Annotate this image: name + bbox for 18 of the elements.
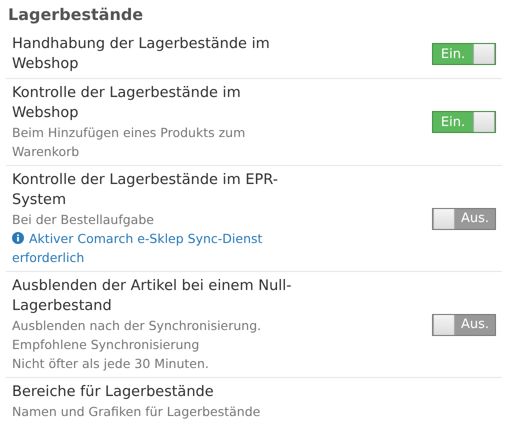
setting-description: Nicht öfter als jede 30 Minuten. — [12, 355, 210, 373]
setting-description: Beim Hinzufügen eines Produkts zum Warenkorb — [12, 124, 246, 161]
setting-title: Ausblenden der Artikel bei einem Null-Lagerbestand — [12, 277, 293, 316]
setting-title: Kontrolle der Lagerbestände im Webshop — [12, 84, 242, 123]
info-icon — [12, 232, 24, 244]
setting-title: Bereiche für Lagerbestände — [12, 383, 215, 402]
setting-description: Namen und Grafiken für Lagerbestände — [12, 403, 262, 421]
toggle-switch[interactable]: Ein. — [432, 111, 496, 133]
toggle-switch[interactable]: Aus. — [432, 314, 496, 336]
toggle-switch[interactable]: Aus. — [432, 208, 496, 230]
setting-title: Kontrolle der Lagerbestände im EPR-System — [12, 171, 279, 210]
info-note: Aktiver Comarch e-Sklep Sync-Dienst erforderlich — [12, 230, 264, 267]
toggle-switch[interactable]: Ein. — [432, 43, 496, 65]
section-title: Lagerbestände — [7, 4, 144, 26]
setting-description: Ausblenden nach der Synchronisierung. — [12, 317, 262, 335]
setting-description: Bei der Bestellaufgabe — [12, 211, 155, 229]
setting-description: Empfohlene Synchronisierung — [12, 336, 200, 354]
setting-title: Handhabung der Lagerbestände im Webshop — [12, 35, 271, 74]
